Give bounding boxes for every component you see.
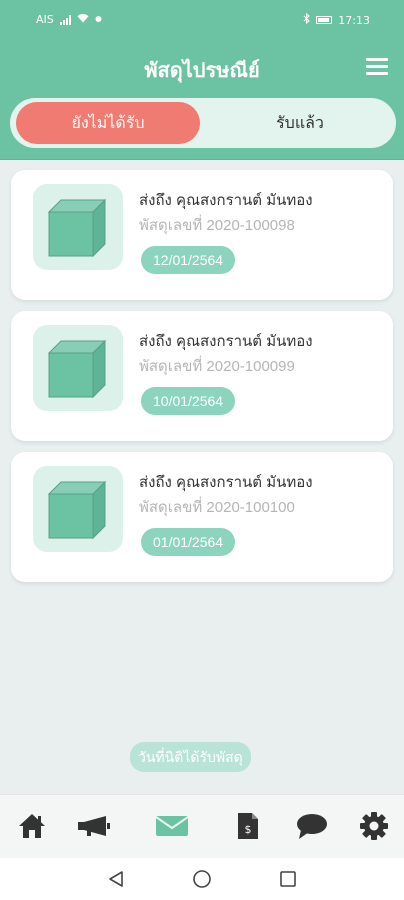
recent-apps-icon[interactable] bbox=[276, 868, 300, 890]
home-icon bbox=[19, 814, 45, 838]
legend-chip: วันที่นิติได้รับพัสดุ bbox=[130, 742, 251, 772]
wifi-icon bbox=[77, 13, 89, 26]
back-icon[interactable] bbox=[104, 868, 128, 890]
nav-document-button[interactable]: $ bbox=[228, 809, 268, 843]
bottom-navigation: $ bbox=[0, 794, 404, 858]
hamburger-menu-icon[interactable] bbox=[366, 58, 388, 76]
parcel-card[interactable]: ส่งถึง คุณสงกรานต์ มันทอง พัสดุเลขที่ 20… bbox=[11, 452, 393, 582]
mail-icon bbox=[155, 816, 189, 836]
bluetooth-icon bbox=[303, 12, 311, 27]
chat-icon bbox=[297, 814, 327, 839]
carrier-label: AIS bbox=[36, 13, 54, 26]
nav-home-button[interactable] bbox=[12, 809, 52, 843]
date-badge: 12/01/2564 bbox=[141, 246, 236, 274]
home-circle-icon[interactable] bbox=[190, 868, 214, 890]
svg-text:$: $ bbox=[245, 823, 252, 836]
nav-announcement-button[interactable] bbox=[74, 809, 114, 843]
system-navigation-bar bbox=[0, 858, 404, 900]
parcel-number-text: พัสดุเลขที่ 2020-100098 bbox=[139, 217, 295, 234]
megaphone-icon bbox=[78, 816, 110, 836]
app-header: พัสดุไปรษณีย์ ยังไม่ได้รับ รับแล้ว bbox=[0, 40, 404, 160]
signal-icon bbox=[59, 14, 71, 25]
parcel-number-text: พัสดุเลขที่ 2020-100100 bbox=[139, 499, 295, 516]
recipient-text: ส่งถึง คุณสงกรานต์ มันทอง bbox=[139, 333, 313, 350]
tab-not-received[interactable]: ยังไม่ได้รับ bbox=[16, 102, 200, 144]
date-badge: 10/01/2564 bbox=[141, 387, 236, 415]
parcel-status-tabs: ยังไม่ได้รับ รับแล้ว bbox=[10, 98, 396, 148]
nav-settings-button[interactable] bbox=[354, 809, 394, 843]
document-icon: $ bbox=[238, 813, 258, 839]
nav-mail-button[interactable] bbox=[152, 809, 192, 843]
clock-text: 17:13 bbox=[338, 13, 370, 27]
package-box-icon bbox=[33, 184, 123, 270]
nav-chat-button[interactable] bbox=[292, 809, 332, 843]
tab-label: ยังไม่ได้รับ bbox=[71, 114, 145, 132]
parcel-card[interactable]: ส่งถึง คุณสงกรานต์ มันทอง พัสดุเลขที่ 20… bbox=[11, 311, 393, 441]
date-badge: 01/01/2564 bbox=[141, 528, 236, 556]
recipient-text: ส่งถึง คุณสงกรานต์ มันทอง bbox=[139, 192, 313, 209]
package-box-icon bbox=[33, 466, 123, 552]
page-title: พัสดุไปรษณีย์ bbox=[144, 60, 260, 82]
settings-icon bbox=[360, 812, 388, 840]
tab-received[interactable]: รับแล้ว bbox=[210, 102, 390, 144]
status-bar: AIS 17:13 bbox=[0, 0, 404, 40]
battery-icon bbox=[316, 16, 333, 24]
notification-dot-icon bbox=[95, 13, 102, 26]
recipient-text: ส่งถึง คุณสงกรานต์ มันทอง bbox=[139, 474, 313, 491]
package-box-icon bbox=[33, 325, 123, 411]
tab-label: รับแล้ว bbox=[276, 114, 324, 132]
parcel-number-text: พัสดุเลขที่ 2020-100099 bbox=[139, 358, 295, 375]
parcel-card[interactable]: ส่งถึง คุณสงกรานต์ มันทอง พัสดุเลขที่ 20… bbox=[11, 170, 393, 300]
